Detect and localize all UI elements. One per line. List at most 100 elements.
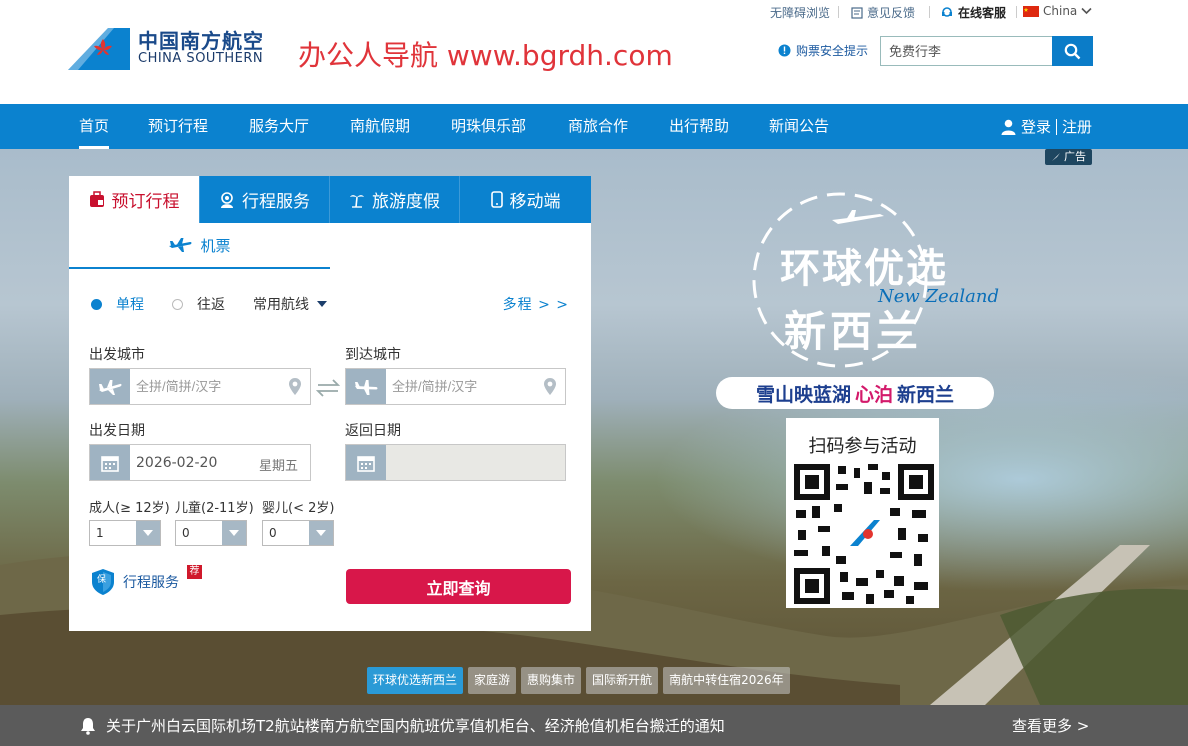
location-pin-icon[interactable] [288,377,302,396]
tab-mobile-label: 移动端 [509,192,561,212]
headset-icon [942,6,952,17]
search-button[interactable] [1052,36,1093,66]
landing-icon-box [346,369,386,404]
airplane-icon [832,210,884,224]
tab-mobile[interactable]: 移动端 [460,176,591,223]
booking-tabs: 预订行程 行程服务 旅游度假 移动端 [69,176,591,223]
adult-count-value: 1 [96,526,104,540]
logo-chinese-name: 中国南方航空 [138,28,264,53]
select-arrow [309,521,333,545]
nav-item-service-hall[interactable]: 服务大厅 [249,104,309,149]
trip-type-selector: 单程 往返 常用航线 [91,294,327,314]
info-icon [778,44,791,57]
ad-slogan-part: 雪山映蓝湖 [755,383,851,406]
adult-count-select[interactable]: 1 [89,520,161,546]
departure-date-field[interactable]: 2026-02-20 星期五 [89,444,311,481]
departure-city-label: 出发城市 [89,347,145,363]
register-link[interactable]: 注册 [1062,116,1092,137]
booking-panel: 预订行程 行程服务 旅游度假 移动端 机票 单程 往返 常用航线 多程 > > … [69,176,591,631]
banner-chip[interactable]: 惠购集市 [521,667,582,694]
subtab-flights-label: 机票 [200,236,231,255]
child-count-select[interactable]: 0 [175,520,247,546]
takeoff-icon-box [90,369,130,404]
ad-slogan: 雪山映蓝湖 心泊 新西兰 [716,377,994,409]
nav-item-pearl-club[interactable]: 明珠俱乐部 [451,104,526,149]
select-arrow [222,521,246,545]
chevron-down-icon [1081,7,1092,15]
banner-chip[interactable]: 国际新开航 [586,667,659,694]
nav-item-booking[interactable]: 预订行程 [148,104,208,149]
round-trip-radio[interactable]: 往返 [172,294,225,314]
banner-chip[interactable]: 家庭游 [468,667,517,694]
suitcase-icon [89,191,104,207]
divider [1016,6,1017,18]
infant-count-select[interactable]: 0 [262,520,334,546]
promo-watermark: 办公人导航 www.bgrdh.com [298,39,673,72]
child-count-label: 儿童(2-11岁) [175,501,254,516]
search-flights-button[interactable]: 立即查询 [346,569,571,604]
ticket-safety-link[interactable]: 购票安全提示 [778,42,868,59]
china-southern-logo[interactable]: 中国南方航空 CHINA SOUTHERN [68,26,264,70]
nav-item-news[interactable]: 新闻公告 [769,104,829,149]
tab-trip-service-label: 行程服务 [242,192,310,212]
shield-icon-char: 保 [97,573,106,585]
site-search [880,36,1093,66]
tab-booking-label: 预订行程 [111,192,180,212]
nav-item-help[interactable]: 出行帮助 [669,104,729,149]
view-more-link[interactable]: 查看更多 > [1012,715,1089,736]
banner-chip[interactable]: 南航中转住宿2026年 [663,667,790,694]
notice-text[interactable]: 关于广州白云国际机场T2航站楼南方航空国内航班优享值机柜台、经济舱值机柜台搬迁的… [106,715,725,736]
calendar-icon [357,455,375,472]
swap-cities-icon[interactable] [316,379,340,397]
departure-date-value: 2026-02-20 [136,454,218,471]
departure-date-label: 出发日期 [89,423,145,439]
tab-vacation[interactable]: 旅游度假 [330,176,460,223]
tab-vacation-label: 旅游度假 [372,192,440,212]
return-date-field[interactable] [345,444,566,481]
divider [1055,118,1057,135]
kapok-logo-icon [68,28,130,70]
child-count-value: 0 [182,526,190,540]
banner-chip[interactable]: 环球优选新西兰 [367,667,464,694]
notice-bar: 关于广州白云国际机场T2航站楼南方航空国内航班优享值机柜台、经济舱值机柜台搬迁的… [0,705,1188,746]
qr-card[interactable]: 扫码参与活动 [786,418,939,608]
bell-icon [81,718,95,735]
region-selector[interactable]: China [1023,4,1092,18]
caret-down-icon [316,530,326,536]
arrival-city-input[interactable] [386,370,536,403]
common-routes-dropdown[interactable]: 常用航线 [253,294,327,314]
infant-count-label: 婴儿(< 2岁) [262,501,335,516]
ad-new-zealand-script: New Zealand [878,286,1000,307]
logo-english-name: CHINA SOUTHERN [138,50,264,66]
region-label: China [1043,4,1078,18]
caret-down-icon [229,530,239,536]
radio-dot [91,298,102,310]
location-pin-icon[interactable] [543,377,557,396]
accessibility-link[interactable]: 无障碍浏览 [770,4,830,21]
multi-city-link[interactable]: 多程 > > [503,294,569,314]
search-input[interactable] [880,36,1052,66]
departure-city-input[interactable] [130,370,280,403]
tab-booking[interactable]: 预订行程 [69,176,200,223]
divider [838,6,839,18]
nav-item-business[interactable]: 商旅合作 [568,104,628,149]
login-link[interactable]: 登录 [1021,116,1051,137]
ad-destination: 新西兰 [784,307,923,356]
plane-takeoff-icon [99,379,122,395]
nav-item-holidays[interactable]: 南航假期 [350,104,410,149]
one-way-radio[interactable]: 单程 [91,294,144,314]
round-trip-label: 往返 [197,297,225,313]
nav-item-home[interactable]: 首页 [79,104,110,149]
ad-icon [1052,153,1060,161]
feedback-link[interactable]: 意见反馈 [851,4,915,21]
utility-bar: 无障碍浏览 意见反馈 在线客服 China [0,0,1188,24]
infant-count-value: 0 [269,526,277,540]
tab-trip-service[interactable]: 行程服务 [200,176,330,223]
service-person-icon [221,191,233,208]
main-nav: 首页 预订行程 服务大厅 南航假期 明珠俱乐部 商旅合作 出行帮助 新闻公告 登… [0,104,1188,149]
ad-slogan-part: 新西兰 [897,383,955,406]
online-service-link[interactable]: 在线客服 [940,4,1006,21]
one-way-label: 单程 [116,297,144,313]
subtab-flights[interactable]: 机票 [69,223,330,269]
trip-service-link[interactable]: 保 行程服务 [91,568,179,596]
